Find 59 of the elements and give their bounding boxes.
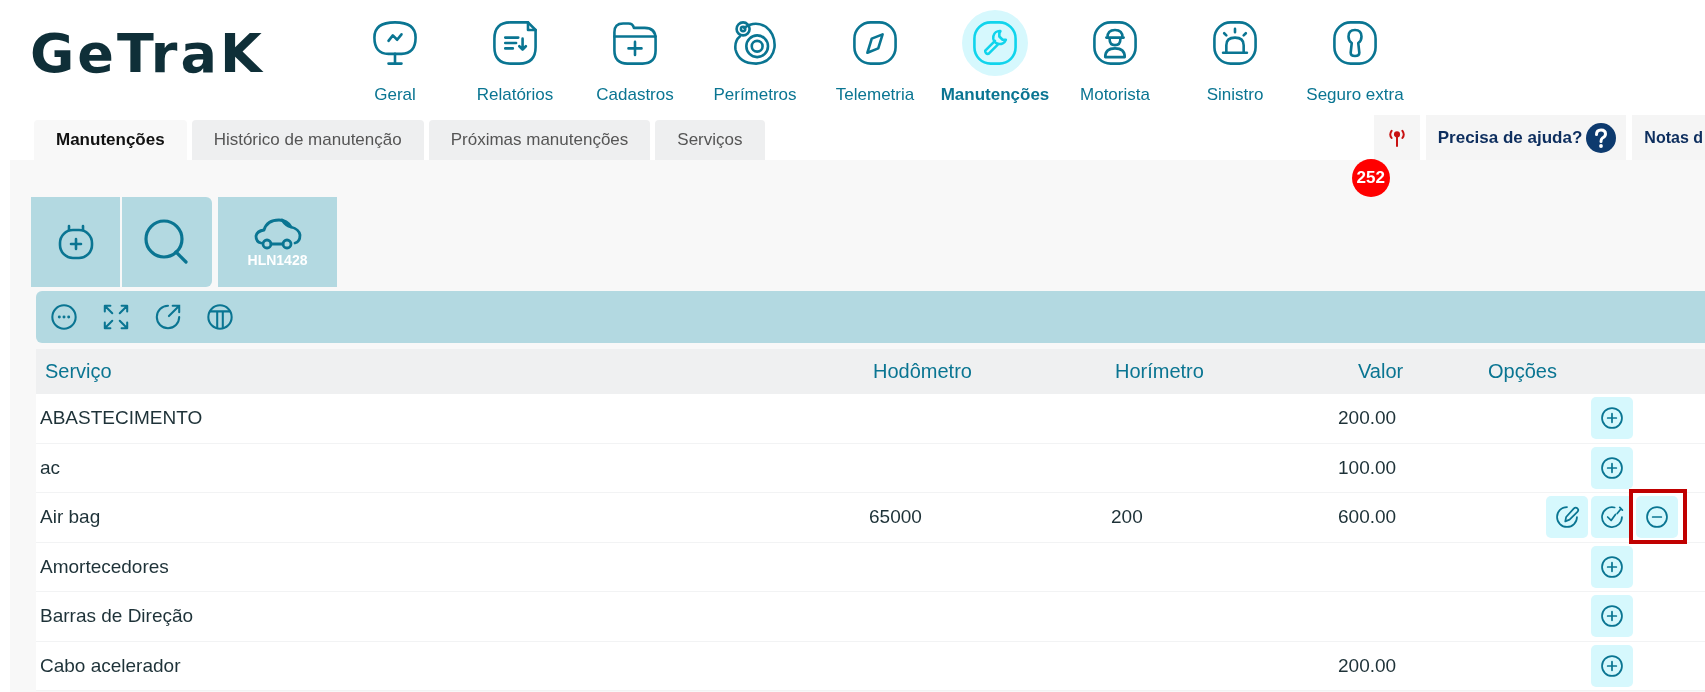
more-icon[interactable] xyxy=(50,303,78,331)
add-icon xyxy=(1599,603,1625,630)
column-header[interactable]: Opções xyxy=(1471,360,1705,383)
column-header[interactable]: Serviço xyxy=(36,360,860,383)
table-cell-text: 200.00 xyxy=(1337,407,1398,430)
remove-button[interactable] xyxy=(1636,496,1678,539)
column-header[interactable]: Valor xyxy=(1321,360,1471,383)
tab[interactable]: Histórico de manutenção xyxy=(191,120,424,160)
add-button[interactable] xyxy=(1591,595,1633,638)
column-header[interactable]: Hodômetro xyxy=(860,360,1101,383)
table-cell-text: 65000 xyxy=(868,506,923,529)
table-cell-text: ABASTECIMENTO xyxy=(39,407,204,430)
columns-icon[interactable] xyxy=(206,303,234,331)
alert-tab[interactable] xyxy=(1373,115,1420,160)
add-icon xyxy=(1599,553,1625,580)
nav-item[interactable]: Seguro extra xyxy=(1295,0,1415,120)
edit-icon xyxy=(1554,504,1580,531)
nav-item[interactable]: Relatórios xyxy=(455,0,575,120)
tab[interactable]: Serviços xyxy=(655,120,765,160)
help-icon xyxy=(1586,122,1617,153)
table-cell-text: Barras de Direção xyxy=(39,605,195,628)
nav-item[interactable]: Cadastros xyxy=(575,0,695,120)
tab[interactable]: Manutenções xyxy=(34,120,187,160)
expand-icon[interactable] xyxy=(102,303,130,331)
antenna-icon xyxy=(1387,127,1406,148)
search-button[interactable] xyxy=(122,197,212,287)
edit-button[interactable] xyxy=(1546,496,1588,539)
nav-item[interactable]: Perímetros xyxy=(695,0,815,120)
plate-label: HLN1428 xyxy=(247,251,308,268)
remove-icon xyxy=(1644,504,1670,531)
car-icon xyxy=(252,216,303,251)
table-cell-text: 200 xyxy=(1110,506,1144,529)
table-cell-text: Air bag xyxy=(39,506,102,529)
add-icon xyxy=(1599,652,1625,679)
add-button[interactable] xyxy=(1591,446,1633,489)
table-cell-text: Cabo acelerador xyxy=(39,654,182,677)
table-cell-text: 600.00 xyxy=(1337,506,1398,529)
nav-item[interactable]: Manutenções xyxy=(935,0,1055,120)
nav-item[interactable]: Motorista xyxy=(1055,0,1175,120)
table-cell-text: Amortecedores xyxy=(39,555,170,578)
add-icon xyxy=(1599,405,1625,432)
notes-tab[interactable]: Notas d xyxy=(1632,115,1705,160)
nav-item[interactable]: Sinistro xyxy=(1175,0,1295,120)
table-cell-text: ac xyxy=(39,456,62,479)
nav-item[interactable]: Telemetria xyxy=(815,0,935,120)
tab[interactable]: Próximas manutenções xyxy=(428,120,651,160)
help-tab[interactable]: Precisa de ajuda? xyxy=(1425,115,1627,160)
nav-item[interactable]: Geral xyxy=(335,0,455,120)
logo: GeTraK xyxy=(30,27,265,81)
check-icon xyxy=(1599,504,1625,531)
add-button[interactable] xyxy=(1591,644,1633,687)
table-cell-text: 200.00 xyxy=(1337,654,1398,677)
add-button[interactable] xyxy=(1591,545,1633,588)
column-header[interactable]: Horímetro xyxy=(1101,360,1321,383)
add-button[interactable] xyxy=(31,197,120,287)
add-button[interactable] xyxy=(1591,397,1633,440)
table-cell-text: 100.00 xyxy=(1337,456,1398,479)
export-icon[interactable] xyxy=(154,303,182,331)
add-icon xyxy=(1599,454,1625,481)
